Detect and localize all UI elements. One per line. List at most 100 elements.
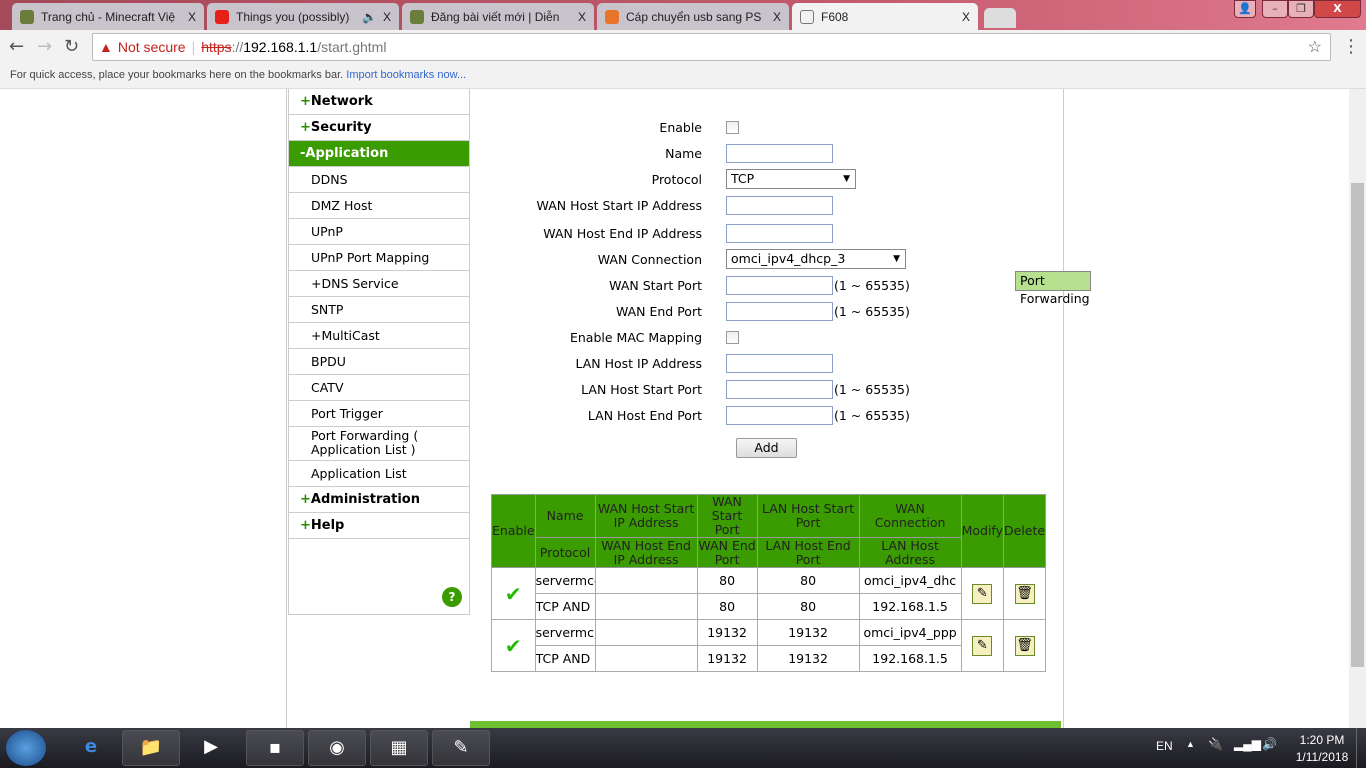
close-icon[interactable]: X bbox=[188, 10, 196, 24]
explorer-icon[interactable]: 📁 bbox=[122, 730, 180, 766]
wan-connection-label: WAN Connection bbox=[597, 252, 702, 267]
youtube-icon bbox=[215, 9, 229, 24]
enabled-check-icon: ✔ bbox=[491, 567, 536, 620]
menu-help[interactable]: +Help bbox=[289, 513, 469, 539]
tab-forum[interactable]: Đăng bài viết mới | Diễn X bbox=[402, 3, 594, 30]
scrollbar-thumb[interactable] bbox=[1351, 183, 1364, 667]
minecraft-icon[interactable]: ▦ bbox=[370, 730, 428, 766]
sidebar-item-upnp-port-mapping[interactable]: UPnP Port Mapping bbox=[289, 245, 469, 271]
bookmark-star-icon[interactable]: ☆ bbox=[1308, 37, 1322, 57]
tab-favicon bbox=[20, 9, 34, 24]
menu-icon[interactable]: ⋮ bbox=[1342, 36, 1360, 57]
speaker-icon: 🔈 bbox=[362, 9, 377, 24]
enabled-check-icon: ✔ bbox=[491, 619, 536, 672]
signal-icon[interactable]: ▂▄▆ bbox=[1234, 737, 1261, 751]
clock-date[interactable]: 1/11/2018 bbox=[1288, 750, 1356, 764]
edit-pencil-icon[interactable]: ✎ bbox=[972, 583, 993, 604]
reload-icon[interactable]: ↻ bbox=[64, 36, 79, 57]
sidebar-item-catv[interactable]: CATV bbox=[289, 375, 469, 401]
enable-mac-checkbox[interactable] bbox=[726, 331, 739, 344]
sidebar-item-port-forwarding[interactable]: Port Forwarding bbox=[1015, 271, 1091, 306]
close-icon[interactable]: X bbox=[578, 10, 586, 24]
address-bar[interactable]: ▲ Not secure | https://192.168.1.1/start… bbox=[92, 33, 1331, 61]
page-icon bbox=[800, 9, 814, 24]
tab-minecraft[interactable]: Trang chủ - Minecraft Việ X bbox=[12, 3, 204, 30]
forward-icon[interactable]: → bbox=[37, 36, 52, 57]
edit-pencil-icon[interactable]: ✎ bbox=[972, 635, 993, 656]
lan-host-ip-label: LAN Host IP Address bbox=[575, 356, 702, 371]
start-button[interactable] bbox=[6, 730, 46, 766]
wan-start-port-label: WAN Start Port bbox=[609, 278, 702, 293]
bookmarks-bar: For quick access, place your bookmarks h… bbox=[0, 64, 1366, 89]
port-forwarding-table: Enable Name WAN Host Start IP Address WA… bbox=[491, 494, 1047, 672]
footer-bar bbox=[470, 721, 1061, 728]
delete-trash-icon[interactable]: 🗑 bbox=[1014, 635, 1035, 656]
menu-application[interactable]: -Application bbox=[289, 141, 469, 167]
dropdown-arrow-icon: ▼ bbox=[843, 174, 850, 184]
wan-start-port-input[interactable] bbox=[726, 276, 833, 295]
clock-time[interactable]: 1:20 PM bbox=[1292, 733, 1352, 747]
name-input[interactable] bbox=[726, 144, 833, 163]
media-player-icon[interactable]: ▶ bbox=[182, 730, 240, 766]
cmd-icon[interactable]: ▪ bbox=[246, 730, 304, 766]
wan-host-end-label: WAN Host End IP Address bbox=[543, 226, 702, 241]
warning-icon: ▲ bbox=[99, 39, 113, 55]
sidebar-item-dmz-host[interactable]: DMZ Host bbox=[289, 193, 469, 219]
protocol-select[interactable]: TCP ▼ bbox=[726, 169, 856, 189]
sidebar-item-sntp[interactable]: SNTP bbox=[289, 297, 469, 323]
delete-trash-icon[interactable]: 🗑 bbox=[1014, 583, 1035, 604]
lan-host-ip-input[interactable] bbox=[726, 354, 833, 373]
wan-host-start-input[interactable] bbox=[726, 196, 833, 215]
taskbar: e 📁 ▶ ▪ ◉ ▦ ✎ EN ▲ 🔌 ▂▄▆ 🔊 1:20 PM 1/11/… bbox=[0, 728, 1366, 768]
page-content: +Network +Security -Application DDNS DMZ… bbox=[0, 89, 1349, 728]
sidebar-item-port-trigger[interactable]: Port Trigger bbox=[289, 401, 469, 427]
menu-network[interactable]: +Network bbox=[289, 89, 469, 115]
tab-f608[interactable]: F608 X bbox=[792, 3, 978, 30]
notepad-icon[interactable]: ✎ bbox=[432, 730, 490, 766]
back-icon[interactable]: ← bbox=[9, 36, 24, 57]
user-icon[interactable]: 👤 bbox=[1234, 0, 1256, 18]
tab-favicon bbox=[410, 9, 424, 24]
sidebar-item-upnp[interactable]: UPnP bbox=[289, 219, 469, 245]
sidebar-item-bpdu[interactable]: BPDU bbox=[289, 349, 469, 375]
table-row: ✔ servermcc 80 80 omci_ipv4_dhc ✎ 🗑 bbox=[491, 567, 1047, 620]
import-bookmarks-link[interactable]: Import bookmarks now... bbox=[346, 69, 466, 81]
tray-arrow-icon[interactable]: ▲ bbox=[1186, 739, 1195, 749]
enable-label: Enable bbox=[659, 120, 702, 135]
close-icon[interactable]: X bbox=[773, 10, 781, 24]
sidebar-item-application-list[interactable]: Application List bbox=[289, 461, 469, 487]
volume-icon[interactable]: 🔊 bbox=[1262, 737, 1277, 751]
sidebar-item-multicast[interactable]: +MultiCast bbox=[289, 323, 469, 349]
restore-button[interactable]: ❐ bbox=[1288, 0, 1314, 18]
lan-end-port-input[interactable] bbox=[726, 406, 833, 425]
power-icon[interactable]: 🔌 bbox=[1208, 737, 1223, 751]
new-tab-button[interactable] bbox=[984, 8, 1016, 28]
ie-icon[interactable]: e bbox=[62, 730, 120, 766]
close-icon[interactable]: X bbox=[962, 10, 970, 24]
chrome-icon[interactable]: ◉ bbox=[308, 730, 366, 766]
help-icon[interactable]: ? bbox=[442, 587, 462, 607]
add-button[interactable]: Add bbox=[736, 438, 797, 458]
lan-start-port-input[interactable] bbox=[726, 380, 833, 399]
wan-host-end-input[interactable] bbox=[726, 224, 833, 243]
menu-administration[interactable]: +Administration bbox=[289, 487, 469, 513]
tab-strip: Trang chủ - Minecraft Việ X Things you (p… bbox=[0, 0, 1366, 30]
minimize-button[interactable]: – bbox=[1262, 0, 1288, 18]
tab-favicon bbox=[605, 9, 619, 24]
sidebar-item-port-forwarding-app-list[interactable]: Port Forwarding ( Application List ) bbox=[289, 427, 469, 461]
close-window-button[interactable]: X bbox=[1314, 0, 1361, 18]
tab-youtube[interactable]: Things you (possibly) 🔈 X bbox=[207, 3, 399, 30]
wan-connection-select[interactable]: omci_ipv4_dhcp_3 ▼ bbox=[726, 249, 906, 269]
sidebar-menu: +Network +Security -Application DDNS DMZ… bbox=[288, 89, 1091, 615]
sidebar-item-ddns[interactable]: DDNS bbox=[289, 167, 469, 193]
vertical-scrollbar[interactable] bbox=[1349, 89, 1366, 728]
sidebar-item-dns-service[interactable]: +DNS Service bbox=[289, 271, 469, 297]
dropdown-arrow-icon: ▼ bbox=[893, 254, 900, 264]
close-icon[interactable]: X bbox=[383, 10, 391, 24]
menu-security[interactable]: +Security bbox=[289, 115, 469, 141]
tab-shop[interactable]: Cáp chuyển usb sang PS X bbox=[597, 3, 789, 30]
language-indicator[interactable]: EN bbox=[1156, 739, 1173, 753]
show-desktop-button[interactable] bbox=[1356, 728, 1366, 768]
enable-checkbox[interactable] bbox=[726, 121, 739, 134]
wan-end-port-input[interactable] bbox=[726, 302, 833, 321]
